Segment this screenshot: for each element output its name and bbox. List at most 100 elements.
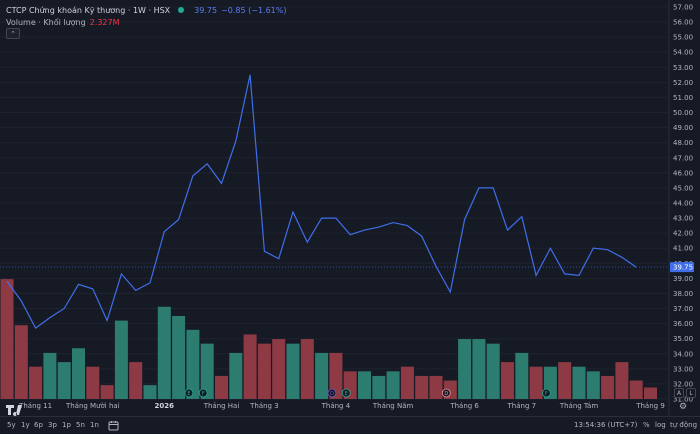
price-tick-label: 39.00 — [673, 275, 693, 283]
volume-bar — [57, 362, 71, 399]
price-tick-label: 53.00 — [673, 64, 693, 72]
log-scale-button[interactable]: L — [686, 388, 696, 398]
price-tick-label: 44.00 — [673, 200, 693, 208]
volume-bar — [143, 385, 157, 399]
volume-bar — [315, 352, 329, 399]
price-tick-label: 46.00 — [673, 169, 693, 177]
volume-bar — [14, 325, 28, 399]
price-tick-label: 34.00 — [673, 350, 693, 358]
range-5d-button[interactable]: 5n — [76, 421, 85, 429]
price-tick-label: 51.00 — [673, 94, 693, 102]
volume-bar — [257, 343, 271, 399]
percent-toggle[interactable]: % — [643, 421, 650, 429]
price-tick-label: 36.00 — [673, 320, 693, 328]
price-tick-label: 41.00 — [673, 245, 693, 253]
legend-change: −0.85 (−1.61%) — [221, 5, 287, 15]
volume-bar — [0, 279, 14, 399]
event-marker-label: D — [444, 391, 448, 397]
volume-bar — [486, 343, 500, 399]
volume-bar — [272, 339, 286, 399]
volume-bar — [243, 334, 257, 399]
price-tick-label: 37.00 — [673, 305, 693, 313]
volume-bar — [472, 339, 486, 399]
volume-bar — [215, 375, 228, 399]
volume-bar — [629, 380, 643, 399]
range-6m-button[interactable]: 6p — [34, 421, 43, 429]
volume-bar — [229, 352, 243, 399]
price-tick-label: 42.00 — [673, 230, 693, 238]
price-tick-label: 38.00 — [673, 290, 693, 298]
event-marker-label: F — [202, 391, 205, 397]
chart-root[interactable]: 57.00 56.00 55.00 54.00 53.00 52.00 51.00 50.00… — [0, 0, 700, 434]
price-tick-label: 43.00 — [673, 215, 693, 223]
volume-bar — [43, 352, 57, 399]
price-tick-label: 33.00 — [673, 365, 693, 373]
range-1m-button[interactable]: 1p — [62, 421, 71, 429]
volume-value: 2.327M — [89, 17, 120, 27]
volume-bar — [529, 366, 543, 399]
time-tick-label: Tháng 6 — [449, 402, 479, 410]
chart-legend: CTCP Chứng khoán Kỹ thương · 1W · HSX 39… — [6, 4, 287, 28]
volume-bar — [429, 375, 443, 399]
volume-bar — [501, 362, 514, 399]
price-tick-label: 48.00 — [673, 139, 693, 147]
time-tick-label: Tháng Hai — [203, 402, 240, 410]
volume-bar — [415, 375, 429, 399]
clock-timezone[interactable]: 13:54:36 (UTC+7) — [574, 421, 637, 429]
volume-bar — [86, 366, 100, 399]
event-marker-label: F — [545, 391, 548, 397]
volume-bar — [300, 339, 314, 399]
chevron-up-icon: ⌃ — [10, 29, 16, 38]
volume-bar — [114, 320, 128, 399]
volume-bar — [129, 362, 143, 399]
calendar-range-icon[interactable] — [108, 420, 119, 431]
time-tick-label: Tháng 3 — [249, 402, 279, 410]
volume-bar — [615, 362, 629, 399]
last-price-label: 39.75 — [673, 264, 693, 272]
volume-bar — [458, 339, 472, 399]
volume-bar — [644, 387, 657, 399]
volume-bar — [400, 366, 414, 399]
event-marker-label: E — [187, 391, 190, 397]
volume-label[interactable]: Volume · Khối lượng — [6, 18, 86, 27]
auto-toggle[interactable]: tự động — [670, 421, 697, 429]
price-tick-label: 47.00 — [673, 154, 693, 162]
symbol-title[interactable]: CTCP Chứng khoán Kỹ thương · 1W · HSX — [6, 6, 170, 15]
price-tick-label: 52.00 — [673, 79, 693, 87]
volume-bar — [100, 385, 114, 399]
price-tick-label: 35.00 — [673, 335, 693, 343]
market-status-icon — [178, 7, 185, 13]
volume-bar — [558, 362, 572, 399]
time-tick-label: 2026 — [155, 402, 175, 410]
price-tick-label: 49.00 — [673, 124, 693, 132]
tradingview-logo[interactable] — [5, 404, 25, 416]
price-tick-label: 45.00 — [673, 184, 693, 192]
gear-icon[interactable]: ⚙ — [679, 402, 687, 412]
chart-canvas[interactable]: 57.00 56.00 55.00 54.00 53.00 52.00 51.00 50.00… — [0, 0, 700, 434]
volume-bar — [172, 315, 186, 399]
range-1d-button[interactable]: 1n — [90, 421, 99, 429]
legend-price: 39.75 — [194, 5, 218, 15]
time-tick-label: Tháng 7 — [507, 402, 537, 410]
range-1y-button[interactable]: 1y — [21, 421, 30, 429]
volume-bar — [372, 375, 386, 399]
time-tick-label: Tháng Tám — [559, 402, 599, 410]
bottom-toolbar: 5y 1y 6p 3p 1p 5n 1n 13:54:36 (UTC+7) % … — [0, 416, 700, 434]
range-3m-button[interactable]: 3p — [48, 421, 57, 429]
volume-bar — [601, 375, 615, 399]
volume-bar — [29, 366, 43, 399]
event-marker-label: D — [330, 391, 334, 397]
volume-bar — [157, 306, 171, 399]
collapse-legend-button[interactable]: ⌃ — [6, 28, 20, 39]
volume-bar — [286, 343, 300, 399]
log-toggle[interactable]: log — [655, 421, 666, 429]
range-5y-button[interactable]: 5y — [7, 421, 16, 429]
time-tick-label: Tháng Mười hai — [65, 402, 120, 410]
price-tick-label: 56.00 — [673, 19, 693, 27]
time-tick-label: Tháng 4 — [321, 402, 351, 410]
price-tick-label: 57.00 — [673, 4, 693, 12]
event-marker-label: E — [345, 391, 348, 397]
auto-scale-button[interactable]: A — [674, 388, 684, 398]
time-tick-label: Tháng Năm — [372, 402, 414, 410]
price-tick-label: 55.00 — [673, 34, 693, 42]
